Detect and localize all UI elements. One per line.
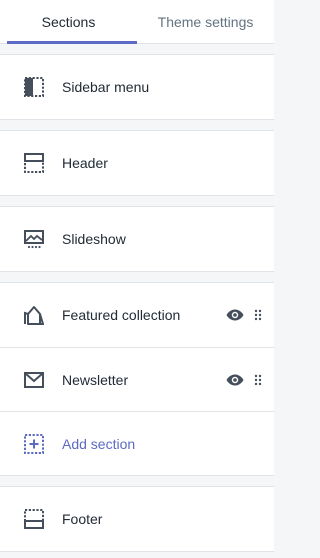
section-group-footer: Footer	[0, 486, 274, 552]
section-item-label: Header	[62, 155, 108, 171]
section-group-slideshow: Slideshow	[0, 206, 274, 272]
section-group-header: Header	[0, 130, 274, 196]
section-item-newsletter[interactable]: Newsletter	[0, 347, 274, 411]
header-icon	[24, 153, 44, 173]
row-actions	[226, 309, 262, 321]
section-group-sidebar: Sidebar menu	[0, 54, 274, 120]
section-item-label: Newsletter	[62, 371, 129, 388]
add-section-label: Add section	[62, 435, 136, 452]
section-item-footer[interactable]: Footer	[0, 487, 274, 551]
add-section-button[interactable]: Add section	[0, 411, 274, 475]
tab-theme-settings[interactable]: Theme settings	[137, 0, 274, 43]
tab-sections[interactable]: Sections	[0, 0, 137, 44]
eye-icon[interactable]	[226, 374, 244, 386]
tab-bar: Sections Theme settings	[0, 0, 274, 44]
footer-icon	[24, 509, 44, 529]
newsletter-icon	[24, 370, 44, 390]
featured-collection-icon	[24, 305, 44, 325]
spacer	[0, 196, 274, 206]
spacer	[0, 272, 274, 282]
spacer	[0, 44, 274, 54]
section-item-featured-collection[interactable]: Featured collection	[0, 283, 274, 347]
spacer	[0, 476, 274, 486]
section-item-header[interactable]: Header	[0, 131, 274, 195]
eye-icon[interactable]	[226, 309, 244, 321]
sidebar-icon	[24, 77, 44, 97]
section-item-slideshow[interactable]: Slideshow	[0, 207, 274, 271]
tab-sections-label: Sections	[41, 13, 96, 30]
slideshow-icon	[24, 229, 44, 249]
section-item-label: Featured collection	[62, 307, 181, 323]
tab-theme-settings-label: Theme settings	[157, 13, 254, 30]
section-item-label: Footer	[62, 511, 103, 527]
section-item-sidebar-menu[interactable]: Sidebar menu	[0, 55, 274, 119]
section-item-label: Slideshow	[62, 231, 126, 247]
drag-handle-icon[interactable]	[254, 309, 262, 321]
section-group-content: Featured collection Newsletter Add secti…	[0, 282, 274, 476]
add-section-icon	[24, 433, 44, 454]
drag-handle-icon[interactable]	[254, 374, 262, 386]
spacer	[0, 120, 274, 130]
section-item-label: Sidebar menu	[62, 79, 150, 95]
row-actions	[226, 374, 262, 386]
theme-editor-sidebar: Sections Theme settings Sidebar menu Hea…	[0, 0, 274, 558]
